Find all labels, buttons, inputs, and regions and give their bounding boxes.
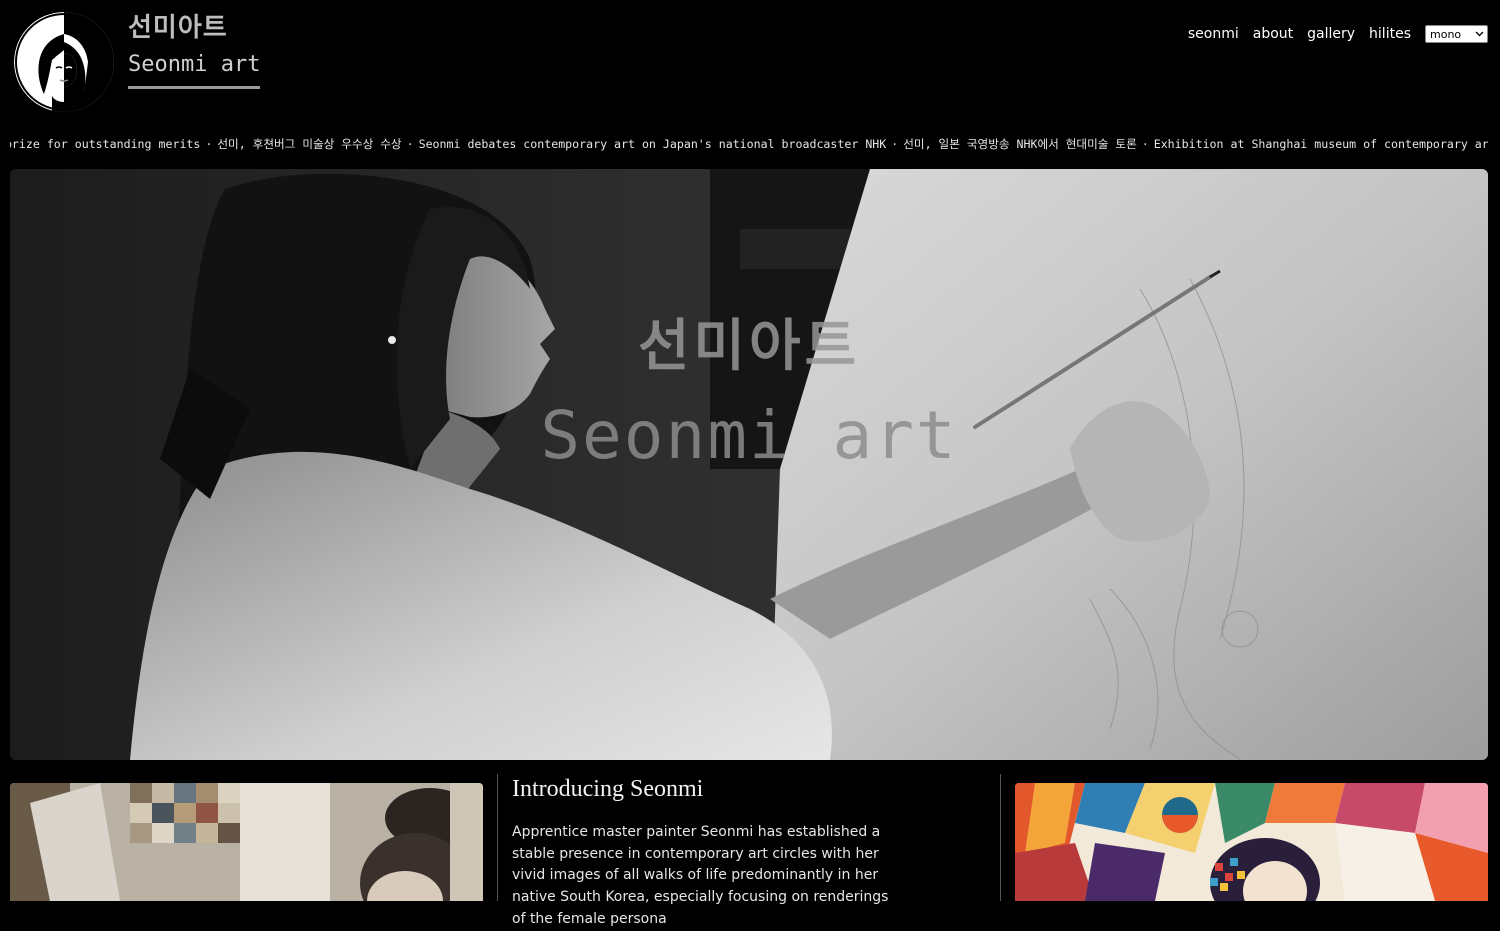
nav-link-gallery[interactable]: gallery (1307, 26, 1355, 42)
chevron-down-icon (1475, 31, 1484, 37)
theme-select[interactable]: mono (1425, 25, 1488, 43)
hero-image: 선미아트 Seonmi art (10, 169, 1488, 760)
ticker-item[interactable]: 선미, 후쳔버그 미술상 우수상 수상 (217, 137, 401, 151)
ticker-separator: · (205, 137, 213, 151)
ticker-item[interactable]: 선미, 일본 국영방송 NHK에서 현대미술 토론 (903, 137, 1136, 151)
ticker-separator: · (1141, 137, 1149, 151)
top-nav: seonmi about gallery hilites mono (1188, 25, 1488, 43)
hero-title-korean: 선미아트 (637, 314, 861, 379)
intro-title: Introducing Seonmi (512, 776, 704, 802)
intro-body: Apprentice master painter Seonmi has est… (512, 824, 889, 927)
nav-link-hilites[interactable]: hilites (1369, 26, 1411, 42)
column-divider (1000, 774, 1001, 901)
nav-link-seonmi[interactable]: seonmi (1188, 26, 1239, 42)
ticker-item[interactable]: rt prize for outstanding merits (10, 137, 200, 151)
theme-select-value: mono (1430, 27, 1462, 41)
logo-icon[interactable] (14, 12, 114, 112)
hero-title-english: Seonmi art (540, 397, 958, 474)
brand-korean: 선미아트 (128, 13, 228, 43)
brand-english: Seonmi art (128, 50, 261, 89)
ticker-separator: · (891, 137, 899, 151)
intro-section: Introducing Seonmi Apprentice master pai… (512, 774, 892, 931)
ticker-item[interactable]: Exhibition at Shanghai museum of contemp… (1154, 137, 1488, 151)
news-ticker: rt prize for outstanding merits · 선미, 후쳔버그… (10, 134, 1488, 154)
ticker-item[interactable]: Seonmi debates contemporary art on Japan… (419, 137, 887, 151)
brand[interactable]: 선미아트 Seonmi art (128, 10, 261, 89)
column-divider (497, 774, 498, 901)
geometric-portrait-image[interactable] (1015, 783, 1488, 901)
nav-link-about[interactable]: about (1253, 26, 1293, 42)
ticker-separator: · (406, 137, 414, 151)
portrait-mosaic-image[interactable] (10, 783, 483, 901)
ticker-track: rt prize for outstanding merits · 선미, 후쳔버그… (10, 134, 1488, 154)
